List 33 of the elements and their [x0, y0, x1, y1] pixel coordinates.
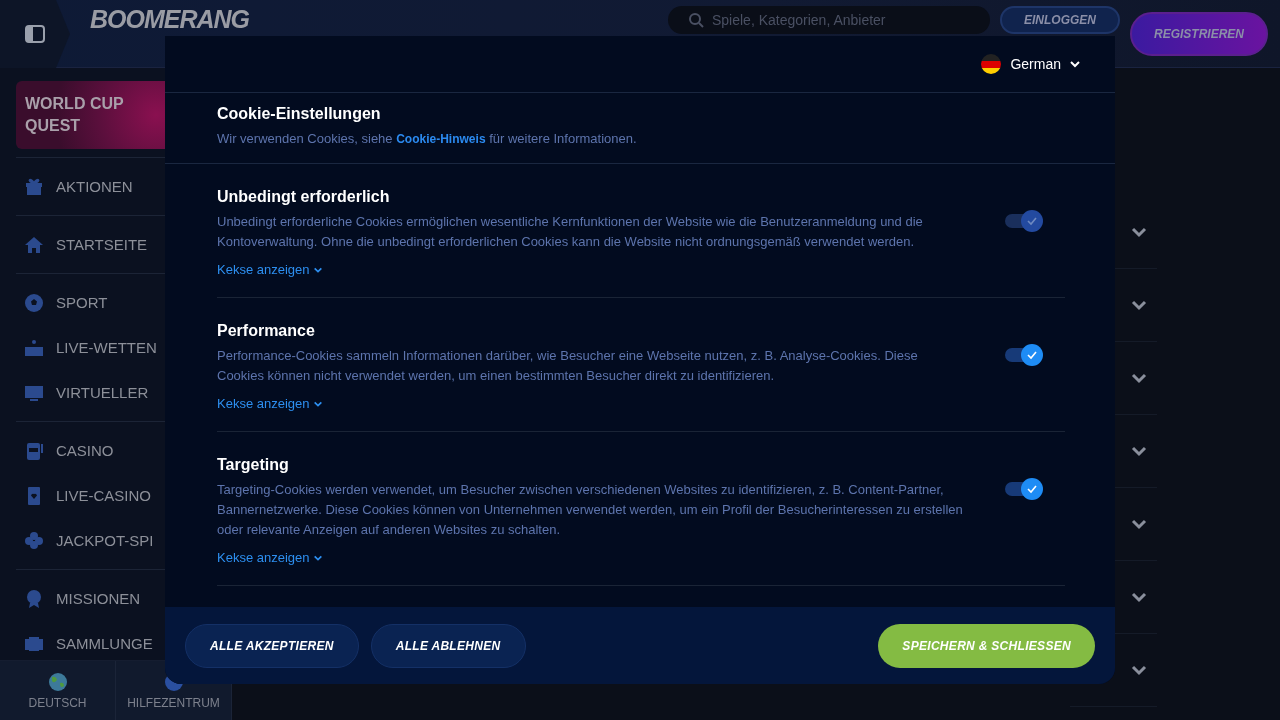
sidebar-toggle-button[interactable]	[0, 0, 70, 68]
show-cookies-link[interactable]: Kekse anzeigen	[217, 550, 323, 565]
clover-icon	[24, 530, 44, 551]
login-button[interactable]: EINLOGGEN	[999, 6, 1120, 34]
dialog-button[interactable]: ALLE AKZEPTIEREN	[185, 623, 359, 668]
language-selector[interactable]: German	[974, 52, 1087, 76]
dialog-button[interactable]: ALLE ABLEHNEN	[370, 623, 526, 668]
register-button[interactable]: REGISTRIEREN	[1130, 12, 1268, 56]
home-icon	[24, 234, 44, 255]
live-broadcast-icon	[24, 337, 44, 358]
medal-icon	[24, 588, 44, 609]
nav-item[interactable]: MISSIONEN	[16, 576, 232, 621]
category-description: Performance-Cookies sammeln Informationen darüber, wie Besucher eine Webseite nutzen, z. B. Analyse-Cookies. Diese Cookies können nicht verwendet werden, um einen bestimmten Besucher direkt zu identifizieren.	[217, 347, 919, 385]
globe-icon	[47, 671, 68, 692]
category-description: Targeting-Cookies werden verwendet, um Besucher zwischen verschiedenen Websites zu identifizieren, z. B. Content-Partner, Bannernetzwerke. Diese Cookies können von Unternehmen verwendet werden, um ein Profil der Besucherinteressen zu erstellen oder relevante Anzeigen auf anderen Websites zu schalten.	[217, 481, 964, 539]
check-icon	[1026, 483, 1038, 495]
language-button[interactable]: DEUTSCH	[0, 661, 116, 720]
category-description: Unbedingt erforderliche Cookies ermöglichen wesentliche Kernfunktionen der Website wie die Benutzeranmeldung und die Kontoverwaltung. Ohne die unbedingt erforderlichen Cookies kann die Website nicht ordnungsgemäß verwendet werden.	[217, 213, 924, 251]
flag-icon	[980, 53, 1003, 75]
category-title: Performance	[217, 322, 316, 340]
gift-icon	[24, 176, 44, 197]
category-title: Unbedingt erforderlich	[217, 188, 391, 206]
show-cookies-link[interactable]: Kekse anzeigen	[217, 396, 323, 411]
search-icon	[687, 12, 704, 28]
slot-machine-icon	[24, 440, 44, 461]
check-icon	[1026, 349, 1038, 361]
chevron-down-icon	[1069, 58, 1081, 70]
check-icon	[1026, 215, 1038, 227]
nav-item[interactable]: SPORT	[16, 280, 232, 325]
logo[interactable]: BOOMERANG	[90, 5, 250, 34]
category-title: Targeting	[217, 456, 290, 474]
soccer-ball-icon	[24, 292, 44, 313]
sidebar-icon	[24, 23, 46, 45]
